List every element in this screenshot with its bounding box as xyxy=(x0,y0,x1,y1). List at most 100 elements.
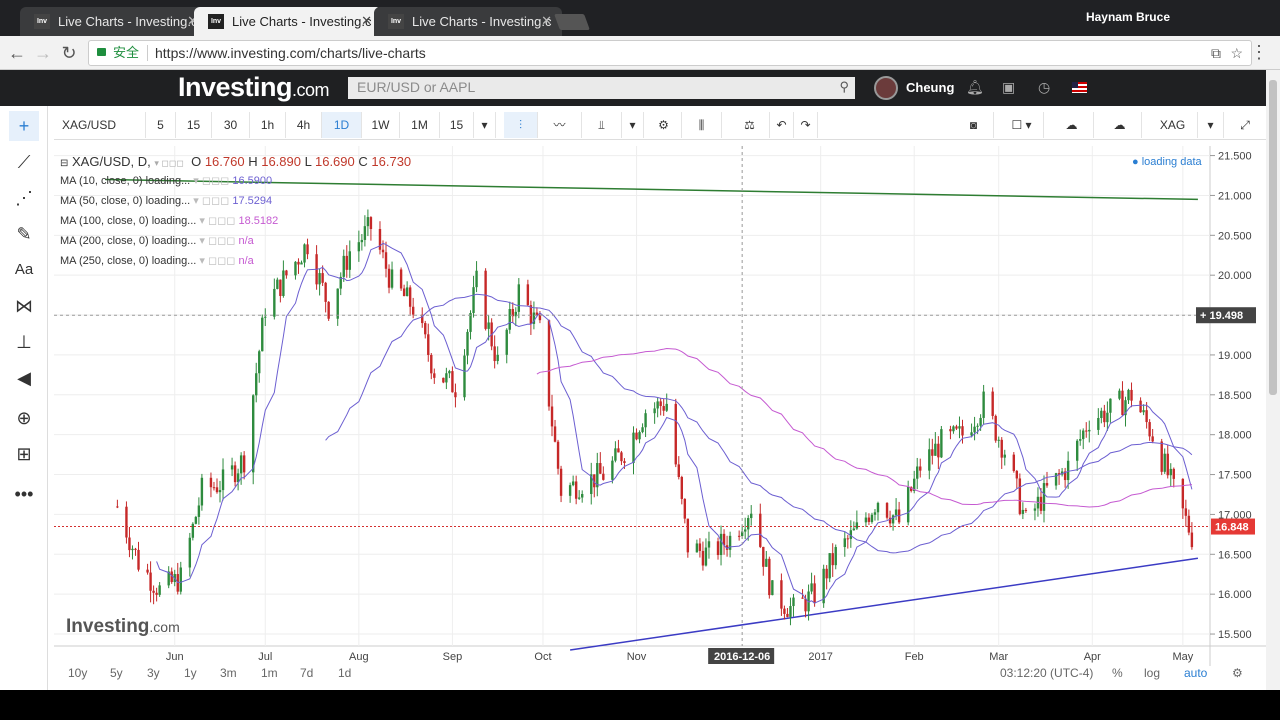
us-flag-icon[interactable] xyxy=(1072,82,1087,93)
study-row[interactable]: MA (250, close, 0) loading... ▾ ◻◻◻ n/a xyxy=(60,254,254,267)
brush-tool-icon[interactable]: ✎ xyxy=(9,219,39,249)
studies-icon[interactable]: ⫼ xyxy=(682,112,722,138)
interval-30[interactable]: 30 xyxy=(212,112,250,138)
investing-watermark: Investing.com xyxy=(66,616,180,638)
more-tools-icon[interactable]: ••• xyxy=(9,479,39,509)
zoom-icon[interactable]: ⊕ xyxy=(9,403,39,433)
reload-icon[interactable]: ↻ xyxy=(58,42,80,64)
investing-logo[interactable]: Investing.com xyxy=(178,72,330,103)
camera-icon[interactable]: ◙ xyxy=(954,112,994,138)
omnibox[interactable]: 安全 https://www.investing.com/charts/live… xyxy=(88,40,1252,66)
auto-toggle[interactable]: auto xyxy=(1184,666,1207,680)
compare-icon[interactable]: ⚖ xyxy=(730,112,770,138)
range-3m[interactable]: 3m xyxy=(220,666,237,680)
candles-icon[interactable]: ⫶ xyxy=(504,112,538,138)
range-1d[interactable]: 1d xyxy=(338,666,351,680)
range-7d[interactable]: 7d xyxy=(300,666,313,680)
study-row[interactable]: MA (10, close, 0) loading... ▾ ◻◻◻ 16.59… xyxy=(60,174,272,187)
candle-body xyxy=(405,287,409,297)
candle-body xyxy=(750,513,753,519)
interval-15[interactable]: 15 xyxy=(176,112,212,138)
browser-menu-icon[interactable]: ⋮ xyxy=(1250,42,1268,63)
template-icon[interactable]: ☐ ▾ xyxy=(1000,112,1044,138)
candle-body xyxy=(1148,422,1151,437)
investing-favicon-icon: Inv xyxy=(208,14,224,29)
interval-1h[interactable]: 1h xyxy=(250,112,286,138)
settings-gear-icon[interactable]: ⚙ xyxy=(646,112,682,138)
translate-icon[interactable]: ⧉ xyxy=(1211,41,1221,65)
pattern-tool-icon[interactable]: ⋈ xyxy=(9,291,39,321)
browser-tab[interactable]: Inv Live Charts - Investing.c ✕ xyxy=(20,7,208,36)
study-options-icon[interactable]: ▾ ◻◻◻ xyxy=(199,255,235,267)
study-row[interactable]: MA (100, close, 0) loading... ▾ ◻◻◻ 18.5… xyxy=(60,214,278,227)
forward-arrow-icon[interactable]: → xyxy=(32,42,54,64)
bookmark-star-icon[interactable]: ☆ xyxy=(1230,41,1243,65)
page-scrollbar[interactable] xyxy=(1266,70,1280,690)
fib-tool-icon[interactable]: ⋰ xyxy=(9,183,39,213)
fullscreen-icon[interactable]: ⤢ xyxy=(1230,112,1260,138)
browser-tab-active[interactable]: Inv Live Charts - Investing.c ✕ xyxy=(194,7,382,36)
indicators-dropdown-icon[interactable]: ▾ xyxy=(622,112,644,138)
measure-tool-icon[interactable]: ⊥ xyxy=(9,327,39,357)
indicators-icon[interactable]: ⫫ xyxy=(582,112,622,138)
search-icon[interactable]: ⚲ xyxy=(839,79,849,95)
undo-icon[interactable]: ↶ xyxy=(770,112,794,138)
arrow-tool-icon[interactable]: ◀ xyxy=(9,363,39,393)
back-arrow-icon[interactable]: ← xyxy=(6,42,28,64)
range-3y[interactable]: 3y xyxy=(147,666,160,680)
y-tick-label: 15.500 xyxy=(1218,629,1252,641)
cloud-upload-icon[interactable]: ☁ xyxy=(1098,112,1142,138)
symbol-dropdown-icon[interactable]: ▾ xyxy=(1198,112,1224,138)
cloud-download-icon[interactable]: ☁ xyxy=(1050,112,1094,138)
log-toggle[interactable]: log xyxy=(1144,666,1160,680)
scale-settings-icon[interactable]: ⚙ xyxy=(1232,666,1243,680)
range-10y[interactable]: 10y xyxy=(68,666,87,680)
measure-ruler-icon[interactable]: ⊞ xyxy=(9,439,39,469)
interval-1d[interactable]: 1D xyxy=(322,112,362,138)
bell-icon[interactable]: 🔔︎ xyxy=(966,79,984,96)
interval-5[interactable]: 5 xyxy=(146,112,176,138)
redo-icon[interactable]: ↷ xyxy=(794,112,818,138)
close-tab-icon[interactable]: ✕ xyxy=(541,13,552,29)
candle-body xyxy=(1097,418,1100,430)
interval-dropdown-icon[interactable]: ▾ xyxy=(474,112,496,138)
candle-body xyxy=(239,455,243,474)
range-1m[interactable]: 1m xyxy=(261,666,278,680)
study-row[interactable]: MA (200, close, 0) loading... ▾ ◻◻◻ n/a xyxy=(60,234,254,247)
percent-toggle[interactable]: % xyxy=(1112,666,1123,680)
browser-tab[interactable]: Inv Live Charts - Investing.c ✕ xyxy=(374,7,562,36)
candle-body xyxy=(813,583,816,604)
interval-1m[interactable]: 1M xyxy=(400,112,440,138)
site-search-input[interactable]: EUR/USD or AAPL ⚲ xyxy=(348,77,855,99)
interval-custom[interactable]: 15 xyxy=(440,112,474,138)
candle-body xyxy=(568,485,572,496)
legend-collapse-icon[interactable]: ⊟ xyxy=(60,158,68,169)
study-options-icon[interactable]: ▾ ◻◻◻ xyxy=(193,195,229,207)
range-5y[interactable]: 5y xyxy=(110,666,123,680)
browser-user-name[interactable]: Haynam Bruce xyxy=(1086,10,1170,24)
study-options-icon[interactable]: ▾ ◻◻◻ xyxy=(199,215,235,227)
user-avatar[interactable] xyxy=(874,76,898,100)
site-username[interactable]: Cheung xyxy=(906,80,954,95)
candle-body xyxy=(789,606,792,617)
range-1y[interactable]: 1y xyxy=(184,666,197,680)
study-options-icon[interactable]: ▾ ◻◻◻ xyxy=(199,235,235,247)
url-text[interactable]: https://www.investing.com/charts/live-ch… xyxy=(155,41,426,65)
legend-options-icon[interactable]: ▾ ◻◻◻ xyxy=(154,158,183,168)
symbol-input[interactable]: XAG/USD xyxy=(54,112,146,138)
crosshair-tool-icon[interactable]: + xyxy=(9,111,39,141)
clock-icon[interactable]: ◷ xyxy=(1038,79,1050,96)
study-row[interactable]: MA (50, close, 0) loading... ▾ ◻◻◻ 17.52… xyxy=(60,194,272,207)
interval-4h[interactable]: 4h xyxy=(286,112,322,138)
study-name: MA (200, close, 0) loading... xyxy=(60,235,197,247)
symbol-right-label[interactable]: XAG xyxy=(1148,112,1198,138)
text-tool-icon[interactable]: Aa xyxy=(9,255,39,285)
study-options-icon[interactable]: ▾ ◻◻◻ xyxy=(193,175,229,187)
scrollbar-thumb[interactable] xyxy=(1269,80,1277,395)
interval-1w[interactable]: 1W xyxy=(362,112,400,138)
close-tab-icon[interactable]: ✕ xyxy=(361,13,372,29)
new-tab-button[interactable] xyxy=(554,14,590,30)
trend-line-tool-icon[interactable]: ⟋ xyxy=(9,147,39,177)
briefcase-icon[interactable]: ▣ xyxy=(1002,79,1015,96)
line-chart-icon[interactable]: 〰 xyxy=(538,112,582,138)
